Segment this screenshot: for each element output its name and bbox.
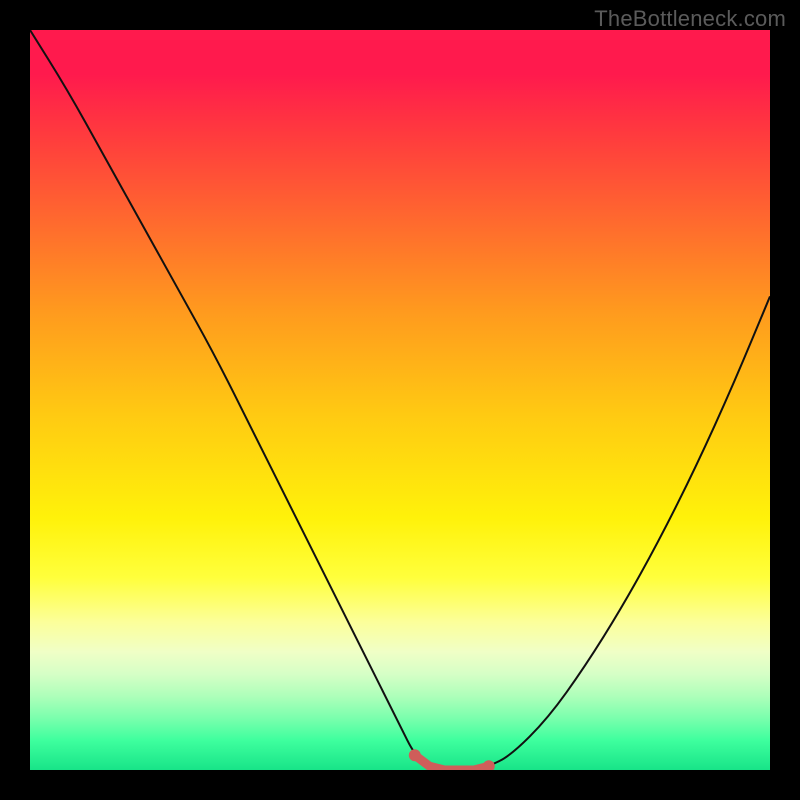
flat-region-end-dot bbox=[483, 760, 495, 770]
watermark-text: TheBottleneck.com bbox=[594, 6, 786, 32]
flat-region-start-dot bbox=[409, 749, 421, 761]
flat-region-highlight bbox=[415, 755, 489, 770]
plot-frame bbox=[30, 30, 770, 770]
bottleneck-curve bbox=[30, 30, 770, 770]
chart-svg bbox=[30, 30, 770, 770]
